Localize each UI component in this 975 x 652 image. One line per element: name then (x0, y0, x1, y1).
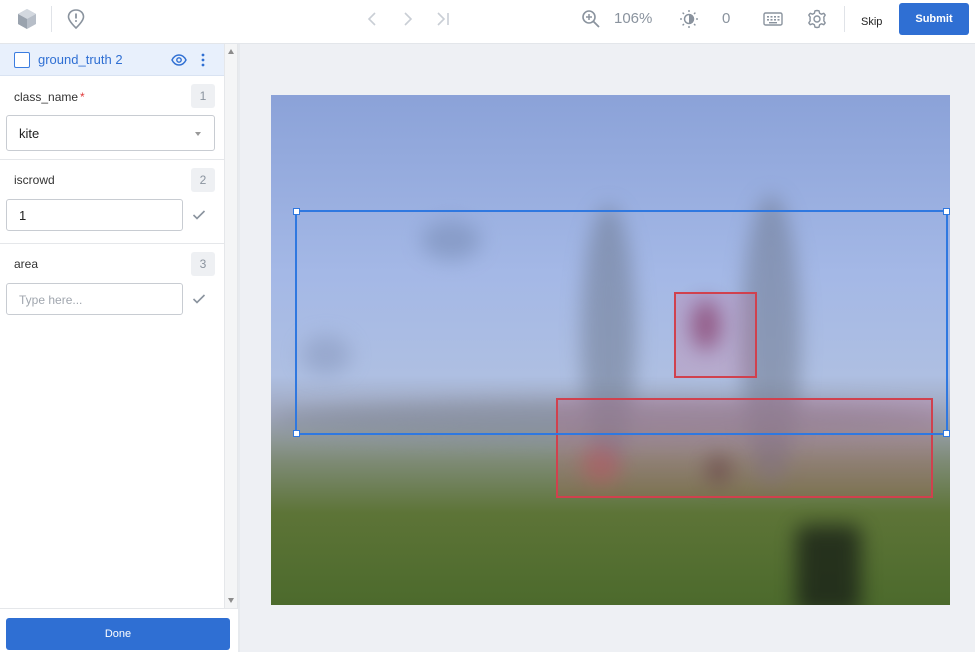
sidebar-scrollbar[interactable] (224, 44, 238, 608)
done-button[interactable]: Done (6, 618, 230, 650)
attribute-number: 2 (191, 168, 215, 192)
required-marker: * (80, 90, 85, 104)
attribute-label: iscrowd (14, 173, 55, 187)
check-icon[interactable] (192, 292, 206, 310)
attribute-number: 1 (191, 84, 215, 108)
brightness-value: 0 (722, 10, 731, 27)
iscrowd-input[interactable] (6, 199, 183, 231)
attributes-panel: ground_truth 2 class_name * 1 kite iscrow… (0, 44, 224, 608)
zoom-in-icon[interactable] (580, 8, 602, 30)
object-checkbox[interactable] (14, 52, 30, 68)
class-name-select[interactable]: kite (6, 115, 215, 151)
back-icon[interactable] (364, 10, 380, 28)
skip-button[interactable]: Skip (855, 8, 888, 36)
settings-icon[interactable] (806, 8, 828, 30)
annotation-canvas[interactable] (240, 44, 975, 652)
object-header[interactable]: ground_truth 2 (0, 44, 224, 76)
attribute-iscrowd: iscrowd 2 (0, 160, 224, 244)
toolbar-divider (51, 6, 52, 32)
attribute-area: area 3 (0, 244, 224, 328)
resize-handle[interactable] (943, 430, 950, 437)
scroll-down-icon[interactable] (228, 598, 234, 603)
attribute-number: 3 (191, 252, 215, 276)
class-name-value: kite (19, 126, 40, 141)
submit-button[interactable]: Submit (899, 3, 969, 35)
zoom-level[interactable]: 106% (614, 10, 652, 27)
attribute-class-name: class_name * 1 kite (0, 76, 224, 160)
object-label[interactable]: ground_truth 2 (38, 52, 123, 67)
eye-icon[interactable] (171, 53, 187, 72)
selected-bounding-box[interactable] (293, 208, 950, 437)
brightness-icon[interactable] (678, 8, 700, 30)
forward-icon[interactable] (400, 10, 416, 28)
resize-handle[interactable] (293, 208, 300, 215)
done-footer: Done (0, 608, 238, 652)
attribute-label: area (14, 257, 39, 271)
issue-icon[interactable] (65, 8, 87, 30)
toolbar-divider (844, 6, 845, 32)
keyboard-icon[interactable] (762, 10, 784, 28)
last-icon[interactable] (434, 10, 452, 28)
scroll-up-icon[interactable] (228, 49, 234, 54)
attribute-label: class_name * (14, 90, 85, 104)
area-input[interactable] (6, 283, 183, 315)
chevron-down-icon (195, 132, 201, 136)
resize-handle[interactable] (943, 208, 950, 215)
check-icon[interactable] (192, 208, 206, 226)
app-logo-icon (16, 7, 38, 31)
more-options-icon[interactable] (199, 52, 207, 73)
top-toolbar: 106% 0 Skip Submit (0, 0, 975, 44)
resize-handle[interactable] (293, 430, 300, 437)
scene-post (796, 525, 861, 605)
annotated-image[interactable] (271, 95, 950, 605)
